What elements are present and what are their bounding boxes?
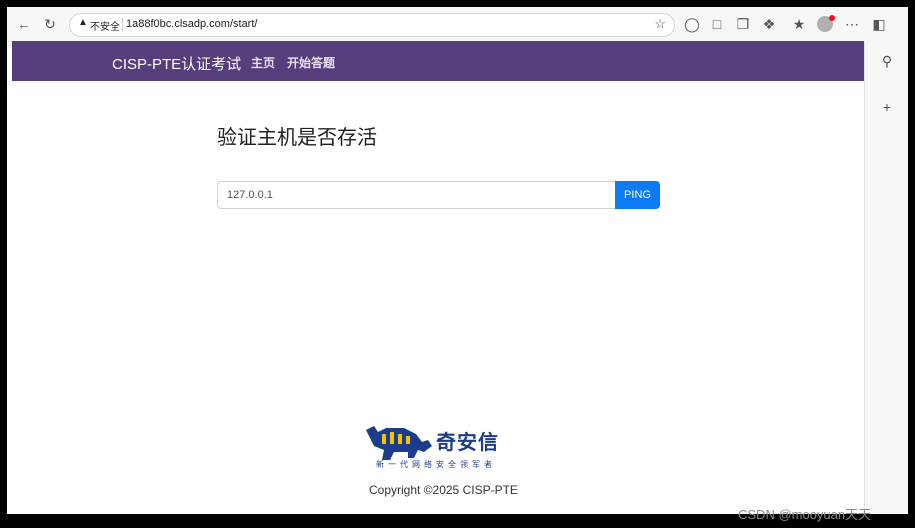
browser-toolbar: ← ↻ ▲ 不安全 1a88f0bc.clsadp.com/start/ ☆ ◯… — [7, 7, 908, 42]
host-input-wrapper — [217, 181, 617, 209]
nav-link-home[interactable]: 主页 — [251, 54, 275, 71]
csdn-watermark: CSDN @mooyuan天天 — [738, 507, 872, 522]
nav-link-start-quiz[interactable]: 开始答题 — [287, 54, 335, 71]
sidebar-toggle-icon[interactable]: ◧ — [870, 15, 888, 33]
qianxin-logo: 奇安信 新一代网络安全领军者 — [364, 422, 514, 472]
ping-button[interactable]: PING — [615, 181, 660, 209]
address-bar[interactable]: ▲ 不安全 1a88f0bc.clsadp.com/start/ ☆ — [69, 13, 675, 37]
host-input[interactable] — [218, 182, 616, 208]
site-navbar: CISP-PTE认证考试 主页 开始答题 — [12, 41, 864, 81]
warning-triangle-icon[interactable]: ▲ — [78, 17, 88, 28]
url-text[interactable]: 1a88f0bc.clsadp.com/start/ — [126, 18, 257, 30]
address-divider — [122, 18, 123, 32]
site-brand[interactable]: CISP-PTE认证考试 — [112, 53, 241, 74]
logo-text: 奇安信 — [436, 432, 499, 454]
favorites-icon[interactable]: ★ — [790, 15, 808, 33]
security-label[interactable]: 不安全 — [90, 18, 120, 33]
refresh-icon[interactable]: ↻ — [41, 15, 59, 33]
page-content: CISP-PTE认证考试 主页 开始答题 验证主机是否存活 PING 奇安信 新… — [12, 41, 864, 514]
search-icon[interactable]: ⚲ — [878, 53, 896, 71]
back-icon[interactable]: ← — [15, 15, 33, 33]
copyright-text: Copyright ©2025 CISP-PTE — [369, 483, 518, 497]
browser-window: ← ↻ ▲ 不安全 1a88f0bc.clsadp.com/start/ ☆ ◯… — [7, 7, 908, 514]
logo-subtitle: 新一代网络安全领军者 — [376, 460, 496, 469]
collections-icon[interactable]: ❐ — [734, 15, 752, 33]
browser-side-panel: ⚲ + — [864, 41, 908, 514]
profile-avatar-icon[interactable] — [816, 15, 835, 33]
more-menu-icon[interactable]: ⋯ — [843, 15, 861, 33]
favorite-star-icon[interactable]: ☆ — [654, 16, 666, 32]
add-icon[interactable]: + — [878, 99, 896, 117]
reading-view-icon[interactable]: □ — [708, 15, 726, 33]
extensions-puzzle-icon[interactable]: ❖ — [760, 15, 778, 33]
page-title: 验证主机是否存活 — [217, 127, 377, 149]
extension-circle-icon[interactable]: ◯ — [683, 15, 701, 33]
